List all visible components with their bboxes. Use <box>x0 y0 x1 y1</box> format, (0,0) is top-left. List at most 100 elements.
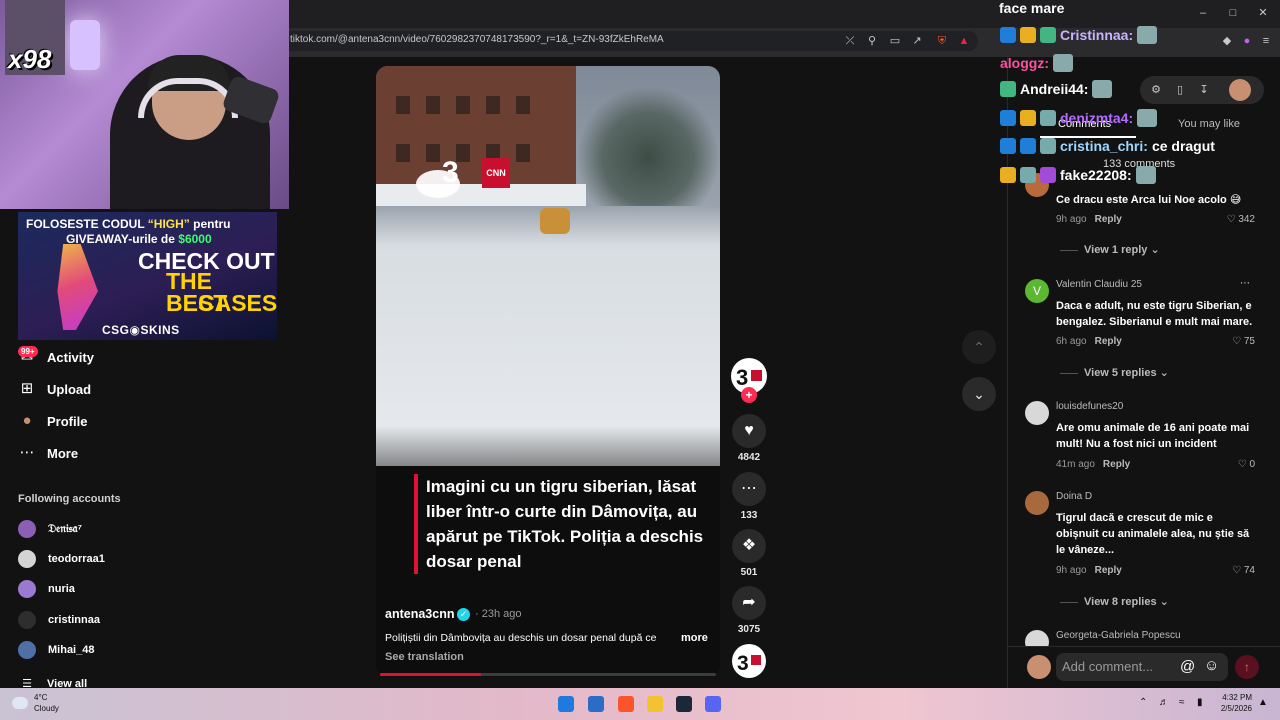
avatar <box>1027 655 1051 679</box>
comment-count: 133 <box>740 510 758 521</box>
weather-condition[interactable]: Cloudy <box>34 704 59 713</box>
notification-icon[interactable]: ▲ <box>1258 697 1268 708</box>
reader-mode-icon[interactable]: ⤫ <box>843 34 857 48</box>
heart-icon[interactable]: ♥ <box>732 414 766 448</box>
settings-icon[interactable]: ⚙ <box>1149 83 1163 97</box>
reply-button[interactable]: Reply <box>1103 459 1130 470</box>
save-action[interactable]: ❖ 501 <box>731 529 767 578</box>
vpn-icon[interactable]: ● <box>1240 34 1254 48</box>
brave-icon[interactable] <box>618 696 634 712</box>
chevron-down-icon[interactable]: ⌄ <box>962 377 996 411</box>
bookmark-icon[interactable]: ❖ <box>732 529 766 563</box>
battery-icon[interactable]: ▮ <box>1197 697 1203 708</box>
following-account[interactable]: 𝔇𝔢𝔫𝔦𝔰𝔞⁷ <box>18 520 82 538</box>
comment-action[interactable]: ⋯ 133 <box>731 472 767 521</box>
comment-likes[interactable]: ♡ 75 <box>1232 336 1255 347</box>
comment-user[interactable]: Valentin Claudiu 25 <box>1056 279 1142 290</box>
view-replies-button[interactable]: View 5 replies ⌄ <box>1060 366 1169 379</box>
brave-shields-icon[interactable]: ⛨ <box>935 34 949 48</box>
account-name: teodorraa1 <box>48 553 105 565</box>
video-player[interactable]: 3 CNN Imagini cu un tigru siberian, lăsa… <box>376 66 720 677</box>
follow-button[interactable]: + <box>741 387 757 403</box>
sidebar-item-profile[interactable]: ● Profile <box>18 411 87 431</box>
view-replies-button[interactable]: View 1 reply ⌄ <box>1060 243 1160 256</box>
video-progress-bar[interactable] <box>380 673 716 676</box>
address-bar-url[interactable]: tiktok.com/@antena3cnn/video/76029823707… <box>290 34 664 45</box>
maximize-icon[interactable]: □ <box>1226 6 1240 20</box>
chevron-up-icon[interactable]: ⌃ <box>962 330 996 364</box>
extension-icon[interactable]: ◆ <box>1220 34 1234 48</box>
brave-rewards-icon[interactable]: ▲ <box>957 34 971 48</box>
minimize-icon[interactable]: – <box>1196 6 1210 20</box>
comment-user[interactable]: Georgeta-Gabriela Popescu <box>1056 630 1181 641</box>
sidebar-item-upload[interactable]: ⊞ Upload <box>18 379 91 399</box>
following-account[interactable]: Mihai_48 <box>18 641 94 659</box>
sidebar-item-more[interactable]: ⋯ More <box>18 443 79 463</box>
reply-button[interactable]: Reply <box>1095 565 1122 576</box>
zoom-icon[interactable]: ⚲ <box>865 34 879 48</box>
comment-input-placeholder[interactable]: Add comment... <box>1062 659 1153 674</box>
clock-time[interactable]: 4:32 PM <box>1218 693 1252 702</box>
avatar[interactable] <box>1025 630 1049 646</box>
reply-button[interactable]: Reply <box>1095 336 1122 347</box>
comment-item: Georgeta-Gabriela Popescu <box>1025 630 1255 646</box>
badge-icon <box>1040 167 1056 183</box>
share-icon[interactable]: ↗ <box>910 34 924 48</box>
following-account[interactable]: cristinnaa <box>18 611 100 629</box>
comment-more-icon[interactable]: ⋯ <box>1240 278 1250 289</box>
comment-text: Daca e adult, nu este tigru Siberian, e … <box>1056 300 1253 328</box>
sub-badge-icon <box>1040 110 1056 126</box>
phone-icon[interactable]: ▯ <box>1173 83 1187 97</box>
comment-likes[interactable]: ♡ 0 <box>1238 459 1255 470</box>
close-window-icon[interactable]: ✕ <box>1256 6 1270 20</box>
cloud-icon[interactable] <box>12 697 28 709</box>
view-replies-button[interactable]: View 8 replies ⌄ <box>1060 595 1169 608</box>
download-icon[interactable]: ↧ <box>1197 83 1211 97</box>
weather-temp[interactable]: 4°C <box>34 693 47 702</box>
comment-likes[interactable]: ♡ 74 <box>1232 565 1255 576</box>
comment-likes[interactable]: ♡ 342 <box>1227 214 1255 225</box>
sidebar-item-label: Profile <box>47 413 88 429</box>
comment-user[interactable]: Doina D <box>1056 491 1092 502</box>
emoji-icon[interactable]: ☺ <box>1204 657 1219 674</box>
cast-icon[interactable]: ▭ <box>888 34 902 48</box>
mention-icon[interactable]: @ <box>1180 658 1195 675</box>
badge-icon <box>1000 27 1016 43</box>
see-translation-link[interactable]: See translation <box>385 651 464 663</box>
discord-icon[interactable] <box>705 696 721 712</box>
share-arrow-icon[interactable]: ➦ <box>732 586 766 620</box>
avatar <box>18 580 36 598</box>
post-comment-button[interactable]: ↑ <box>1235 655 1259 679</box>
ring-light <box>70 20 100 70</box>
caption-block: Imagini cu un tigru siberian, lăsat libe… <box>414 474 710 574</box>
tab-you-may-like[interactable]: You may like <box>1178 118 1240 130</box>
start-icon[interactable] <box>558 696 574 712</box>
comment-meta: 9h ago Reply <box>1056 565 1122 576</box>
avatar[interactable] <box>1025 491 1049 515</box>
clock-date[interactable]: 2/5/2026 <box>1210 704 1252 713</box>
wifi-icon[interactable]: ≈ <box>1179 697 1185 708</box>
reply-button[interactable]: Reply <box>1095 214 1122 225</box>
more-button[interactable]: more <box>681 632 708 644</box>
profile-avatar-icon[interactable] <box>1229 79 1251 101</box>
avatar[interactable]: V <box>1025 279 1049 303</box>
chat-username: Andreii44: <box>1020 81 1089 97</box>
avatar[interactable] <box>1025 401 1049 425</box>
volume-icon[interactable]: ♬ <box>1159 697 1169 708</box>
sponsor-line-2: GIVEAWAY-urile de $6000 <box>66 232 212 246</box>
sound-avatar[interactable]: 3 <box>732 644 766 678</box>
comment-user[interactable]: louisdefunes20 <box>1056 401 1123 412</box>
task-view-icon[interactable] <box>588 696 604 712</box>
share-action[interactable]: ➦ 3075 <box>731 586 767 635</box>
tray-chevron-icon[interactable]: ⌃ <box>1139 697 1147 708</box>
emote-icon <box>1137 26 1158 44</box>
browser-menu-icon[interactable]: ≡ <box>1259 34 1273 48</box>
like-action[interactable]: ♥ 4842 <box>731 414 767 463</box>
following-account[interactable]: teodorraa1 <box>18 550 105 568</box>
following-account[interactable]: nuria <box>18 580 75 598</box>
comment-icon[interactable]: ⋯ <box>732 472 766 506</box>
author-name[interactable]: antena3cnn <box>385 607 454 621</box>
steam-icon[interactable] <box>676 696 692 712</box>
window <box>486 96 500 114</box>
file-explorer-icon[interactable] <box>647 696 663 712</box>
